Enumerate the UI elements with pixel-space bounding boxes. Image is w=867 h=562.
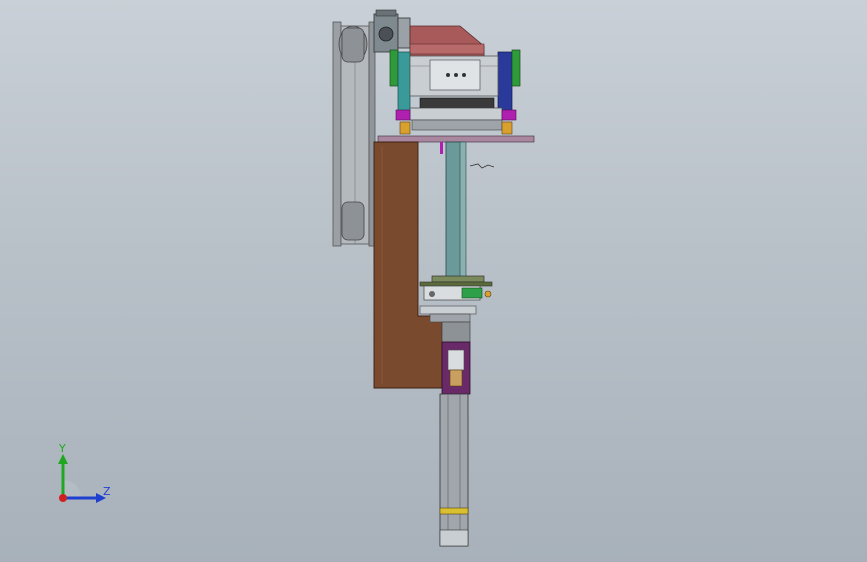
y-axis-label: Y: [58, 442, 66, 455]
right-blue-plate: [497, 49, 521, 113]
brown-column: [373, 141, 443, 389]
lower-pulley: [341, 201, 365, 241]
vertical-shaft: [445, 141, 495, 281]
clamp-assembly: [419, 275, 493, 323]
purple-block: [441, 321, 471, 395]
bearing-housing: [409, 55, 499, 97]
top-gearmotor: [373, 9, 411, 53]
lower-cylinder: [439, 393, 469, 547]
x-axis-dot: [59, 494, 67, 502]
y-axis-arrow: [58, 454, 68, 464]
left-teal-plate: [389, 49, 411, 113]
cad-model-view[interactable]: [0, 0, 867, 562]
motor-cover: [409, 25, 485, 57]
cad-viewport[interactable]: Y Z: [0, 0, 867, 562]
upper-pulley: [338, 25, 368, 63]
coordinate-triad: Y Z: [58, 442, 111, 503]
z-axis-label: Z: [103, 485, 111, 498]
